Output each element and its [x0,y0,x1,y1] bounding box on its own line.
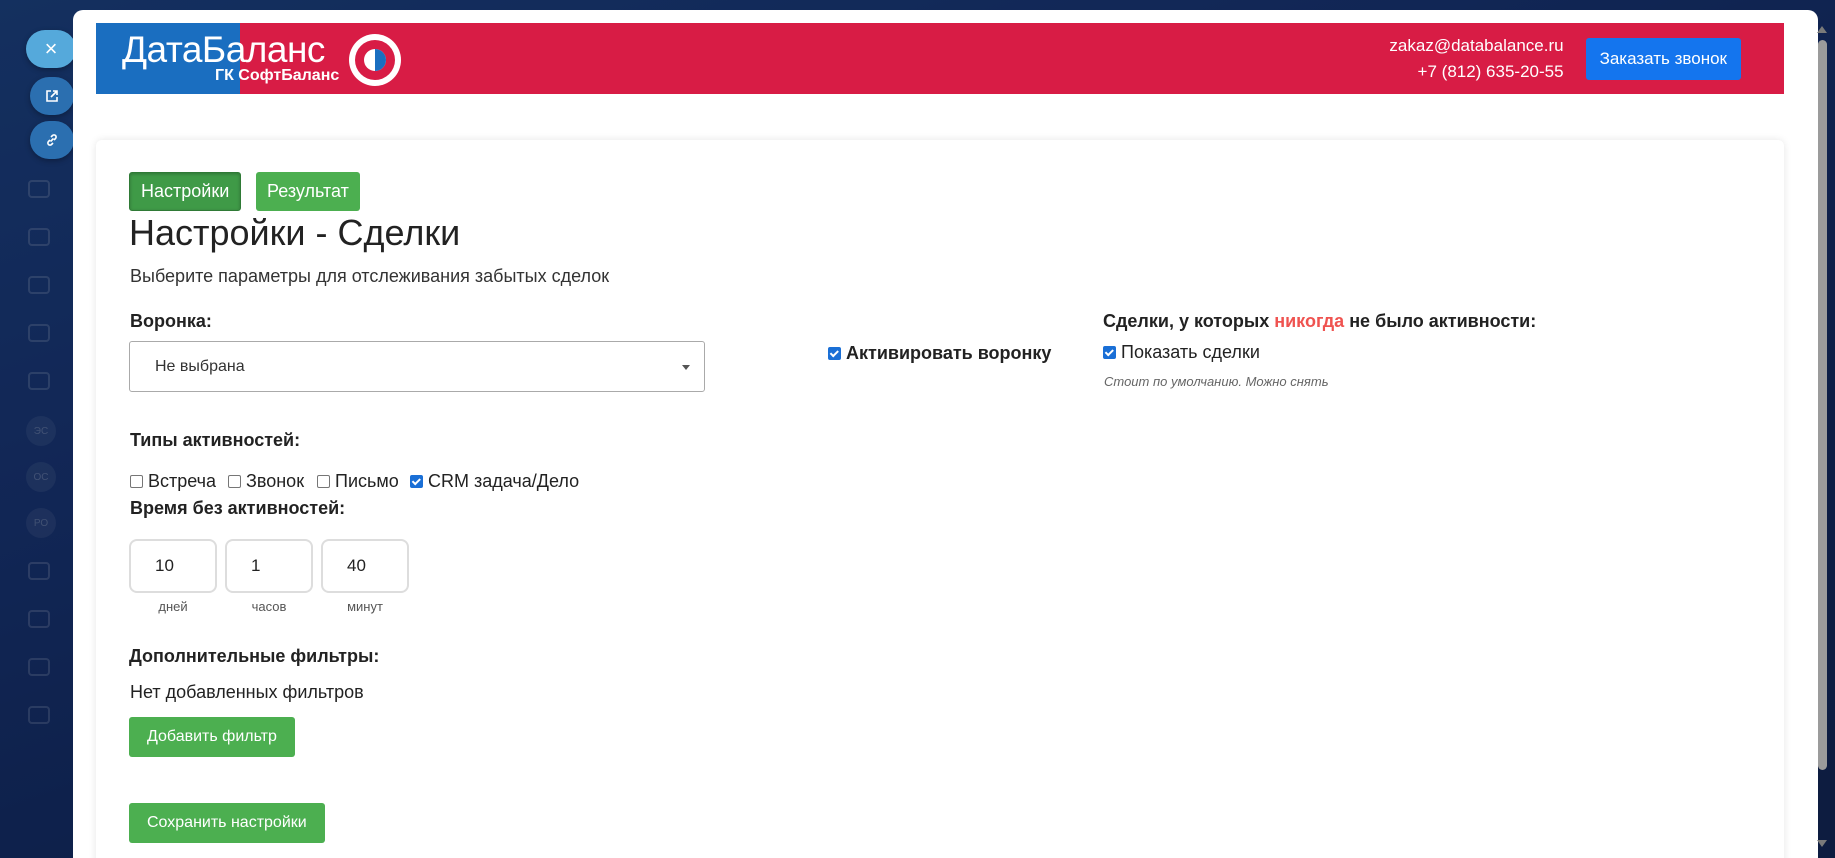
activity-type-call[interactable]: Звонок [228,471,304,492]
logo-mark-icon [349,34,401,86]
logo-subtitle: ГК СофтБаланс [215,67,340,84]
scrollbar-thumb[interactable] [1818,40,1827,770]
order-call-button[interactable]: Заказать звонок [1585,37,1741,80]
close-slider-button[interactable]: × [26,30,76,68]
contact-phone[interactable]: +7 (812) 635-20-55 [1389,59,1564,85]
page-subtitle: Выберите параметры для отслеживания забы… [130,266,610,286]
activity-type-crm-task[interactable]: CRM задача/Дело [410,471,579,492]
activity-type-label: CRM задача/Дело [428,471,580,491]
never-active-label-end: не было активности: [1344,311,1537,331]
contacts: zakaz@databalance.ru +7 (812) 635-20-55 [1389,33,1563,85]
contact-email[interactable]: zakaz@databalance.ru [1389,33,1563,59]
header-banner: ДатаБаланс ГК СофтБаланс zakaz@databalan… [96,23,1784,94]
checkbox-checked-icon[interactable] [828,347,841,360]
minutes-unit-label: минут [347,599,383,614]
never-active-label: Сделки, у которых никогда не было активн… [1103,311,1536,332]
filters-label: Дополнительные фильтры: [129,646,380,666]
activity-type-email[interactable]: Письмо [317,471,399,492]
save-settings-button[interactable]: Сохранить настройки [129,803,325,843]
show-deals-hint: Стоит по умолчанию. Можно снять [1104,374,1329,389]
logo-title: ДатаБаланс [122,29,325,70]
activity-types-label: Типы активностей: [130,430,301,450]
add-filter-button[interactable]: Добавить фильтр [129,717,295,757]
chevron-down-icon [682,365,690,370]
funnel-select[interactable]: Не выбрана [129,341,705,392]
external-link-icon [46,90,58,102]
no-filters-text: Нет добавленных фильтров [130,682,364,702]
funnel-label: Воронка: [130,311,212,331]
inactivity-time-label: Время без активностей: [130,498,346,518]
checkbox-checked-icon[interactable] [1103,346,1116,359]
checkbox-icon[interactable] [317,475,330,488]
activate-funnel-label: Активировать воронку [846,343,1052,363]
hours-input[interactable]: 1 [225,539,313,593]
never-active-highlight: никогда [1274,311,1345,331]
tab-settings[interactable]: Настройки [129,172,242,211]
tab-result[interactable]: Результат [256,172,360,211]
close-icon: × [44,36,58,61]
open-in-new-window-button[interactable] [30,77,74,115]
hours-unit-label: часов [251,599,287,614]
scroll-up-arrow-icon[interactable] [1817,26,1827,33]
show-deals-label: Показать сделки [1121,342,1260,362]
link-icon [47,134,57,146]
checkbox-icon[interactable] [228,475,241,488]
activity-type-meeting[interactable]: Встреча [130,471,216,492]
page-title: Настройки - Сделки [129,212,461,253]
logo: ДатаБаланс ГК СофтБаланс [96,23,401,94]
activity-type-label: Встреча [148,471,217,491]
funnel-select-value: Не выбрана [155,357,245,375]
days-unit-label: дней [158,599,188,614]
never-active-label-start: Сделки, у которых [1103,311,1275,331]
checkbox-icon[interactable] [130,475,143,488]
activity-type-label: Письмо [335,471,399,491]
scroll-down-arrow-icon[interactable] [1817,840,1827,847]
checkbox-checked-icon[interactable] [410,475,423,488]
activate-funnel-checkbox[interactable]: Активировать воронку [828,343,1051,364]
activity-type-label: Звонок [246,471,305,491]
minutes-input[interactable]: 40 [321,539,409,593]
app-slider-panel: ДатаБаланс ГК СофтБаланс zakaz@databalan… [73,10,1818,858]
show-deals-checkbox[interactable]: Показать сделки [1103,342,1260,363]
copy-link-button[interactable] [30,121,74,159]
days-input[interactable]: 10 [129,539,217,593]
